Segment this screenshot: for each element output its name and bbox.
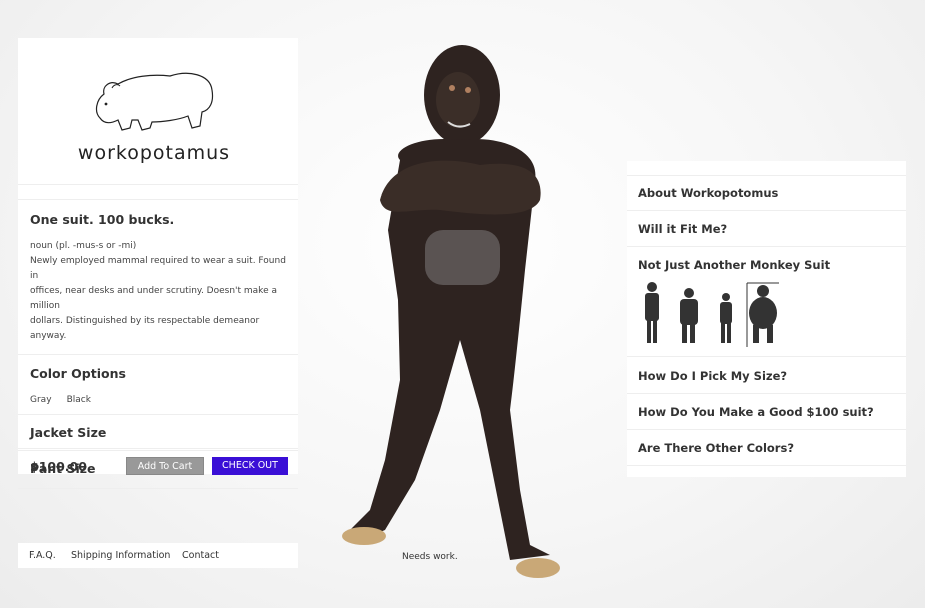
faq-item-good-suit[interactable]: How Do You Make a Good $100 suit? [638, 405, 874, 419]
product-panel: workopotamus One suit. 100 bucks. noun (… [18, 38, 298, 489]
faq-link[interactable]: F.A.Q. [29, 550, 56, 561]
hero-caption: Needs work. [402, 552, 458, 562]
man-silhouette-icon [645, 282, 659, 343]
gorilla-suit-image [342, 45, 560, 578]
jacket-size-selector[interactable]: Jacket Size [18, 415, 298, 451]
color-option-gray[interactable]: Gray [30, 395, 52, 405]
hippo-icon [95, 72, 214, 131]
faq-item-other-colors[interactable]: Are There Other Colors? [638, 441, 794, 455]
size-silhouettes [645, 282, 779, 347]
faq-item-about[interactable]: About Workopotomus [638, 186, 778, 200]
logo[interactable]: workopotamus [18, 38, 298, 185]
tagline: One suit. 100 bucks. [30, 212, 175, 227]
color-options: Color Options Gray Black [18, 355, 298, 415]
man-silhouette-icon [720, 293, 732, 343]
gorilla-silhouette-icon [749, 285, 777, 343]
contact-link[interactable]: Contact [182, 550, 219, 561]
checkout-button[interactable]: CHECK OUT [212, 457, 288, 475]
man-silhouette-icon [680, 288, 698, 343]
faq-item-fit[interactable]: Will it Fit Me? [638, 222, 727, 236]
brand-name: workopotamus [77, 142, 231, 164]
cart-row: $100.00 Add To Cart CHECK OUT [18, 448, 298, 483]
jacket-size-label: Jacket Size [30, 425, 107, 440]
faq-panel: About Workopotomus Will it Fit Me? Not J… [627, 161, 906, 477]
faq-item-monkey-suit[interactable]: Not Just Another Monkey Suit [638, 258, 830, 272]
faq-item-pick-size[interactable]: How Do I Pick My Size? [638, 369, 787, 383]
shipping-link[interactable]: Shipping Information [71, 550, 170, 561]
color-option-black[interactable]: Black [67, 395, 91, 405]
color-options-label: Color Options [30, 366, 126, 381]
add-to-cart-button[interactable]: Add To Cart [126, 457, 204, 475]
price: $100.00 [30, 459, 87, 474]
product-description: One suit. 100 bucks. noun (pl. -mus-s or… [18, 200, 298, 355]
footer: F.A.Q. Shipping Information Contact [18, 543, 298, 568]
definition: noun (pl. -mus-s or -mi) Newly employed … [30, 241, 286, 341]
